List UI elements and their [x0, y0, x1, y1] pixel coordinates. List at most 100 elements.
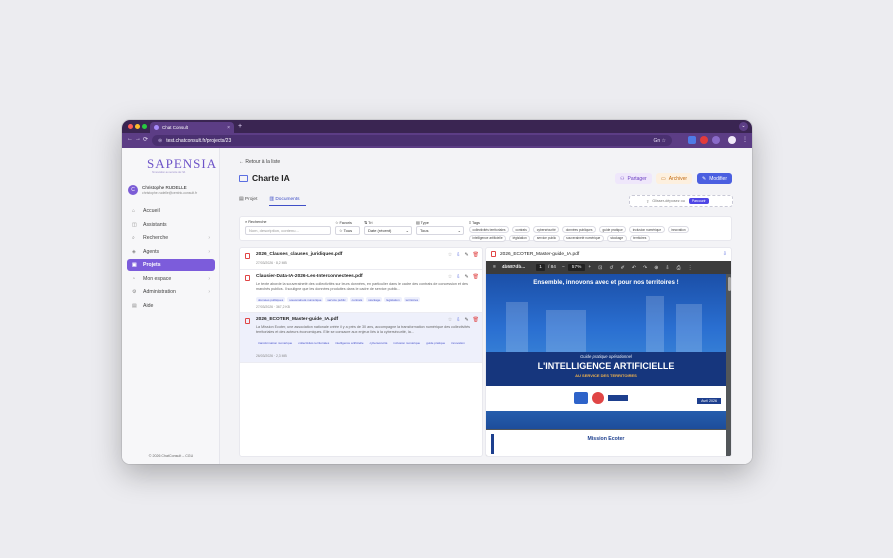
favoris-select[interactable]: ☆ Tous	[335, 226, 360, 235]
sidebar-item-agents[interactable]: ◈ Agents ›	[127, 246, 215, 258]
close-window-button[interactable]	[128, 124, 133, 129]
tag-badge: territoires	[403, 297, 421, 302]
edit-icon[interactable]: ✎	[464, 252, 468, 258]
extension-icon[interactable]	[712, 136, 720, 144]
annotate-icon[interactable]: ✐	[621, 265, 625, 271]
document-name[interactable]: 2026_Clauses_clauses_juridiques.pdf	[256, 252, 342, 257]
star-icon[interactable]: ☆	[448, 252, 452, 258]
agent-icon: ◈	[132, 248, 136, 255]
page-number-input[interactable]: 1	[536, 264, 545, 271]
star-icon[interactable]: ☆	[448, 317, 452, 323]
home-icon: ⌂	[132, 208, 136, 214]
archive-button[interactable]: ▭ Archiver	[656, 173, 693, 184]
tab-close-icon[interactable]: ×	[227, 125, 230, 131]
sidebar-item-aide[interactable]: ▤ Aide	[127, 300, 215, 312]
star-icon[interactable]: ☆	[448, 274, 452, 280]
pdf-page-area[interactable]: Ensemble, innovons avec et pour nos terr…	[486, 274, 731, 456]
reload-icon[interactable]: ⟳	[143, 136, 148, 143]
extension-icon[interactable]	[688, 136, 696, 144]
download-icon[interactable]: ⇩	[665, 265, 669, 271]
sidebar-item-mon-espace[interactable]: ◔ Mon espace ›	[127, 273, 215, 285]
document-tags: transformation numérique collectivités t…	[256, 340, 476, 345]
document-name[interactable]: Clausier-Data-IA-2026-Les-Interconnectee…	[256, 274, 363, 279]
url-field[interactable]: ⊜ test.chatconsult.fr/projects/23 Gn ☆	[152, 135, 672, 146]
list-item[interactable]: Clausier-Data-IA-2026-Les-Interconnectee…	[240, 270, 482, 313]
edit-icon[interactable]: ✎	[464, 274, 468, 280]
pdf-scrollbar[interactable]	[726, 274, 731, 456]
trash-icon[interactable]: 🗑	[473, 274, 479, 280]
document-meta: 26/03/2026 · 2,3 MB	[256, 354, 287, 358]
fit-page-icon[interactable]: ⊡	[598, 265, 602, 271]
rotate-icon[interactable]: ↺	[609, 265, 613, 271]
tag-chip[interactable]: cybersécurité	[533, 226, 560, 233]
site-info-icon[interactable]: ⊜	[158, 138, 162, 144]
tag-chip[interactable]: guide pratique	[599, 226, 627, 233]
edit-icon: ✎	[702, 175, 707, 182]
tag-chip[interactable]: territoires	[629, 234, 650, 242]
new-tab-button[interactable]: +	[238, 123, 242, 130]
archive-label: Archiver	[668, 175, 688, 182]
scrollbar-thumb[interactable]	[728, 277, 731, 291]
sidebar-toggle-icon[interactable]: ≡	[493, 265, 496, 270]
save-icon[interactable]: ⊕	[654, 265, 658, 271]
tag-chip[interactable]: collectivités territoriales	[469, 226, 509, 233]
sort-select[interactable]: Date (récent) ⌄	[364, 226, 412, 235]
edit-icon[interactable]: ✎	[464, 317, 468, 323]
tag-chip[interactable]: souveraineté numérique	[562, 234, 604, 242]
more-options-icon[interactable]: ⋮	[688, 265, 693, 271]
trash-icon[interactable]: 🗑	[473, 252, 479, 258]
list-item[interactable]: 2026_Clauses_clauses_juridiques.pdf 27/0…	[240, 248, 482, 270]
document-name[interactable]: 2026_ECOTER_Master-guide_IA.pdf	[256, 317, 338, 322]
tag-chip[interactable]: stockage	[606, 234, 627, 242]
tab-documents[interactable]: ▥ Documents	[269, 197, 306, 206]
share-button[interactable]: ⚇ Partager	[615, 173, 652, 184]
trash-icon[interactable]: 🗑	[473, 317, 479, 323]
zoom-in-icon[interactable]: +	[588, 265, 591, 270]
back-to-list-link[interactable]: ← Retour à la liste	[239, 159, 280, 165]
url-actions[interactable]: Gn ☆	[653, 138, 666, 144]
user-profile[interactable]: C Christophe RUDELLE christophe.rudelle@…	[128, 184, 218, 198]
download-icon[interactable]: ⇩	[456, 274, 460, 280]
tag-chip[interactable]: inclusion numérique	[629, 226, 665, 233]
sidebar-item-recherche[interactable]: ⌕ Recherche ›	[127, 232, 215, 244]
sidebar-item-administration[interactable]: ⚙ Administration ›	[127, 286, 215, 298]
print-icon[interactable]: ⎙	[677, 265, 681, 271]
download-icon[interactable]: ⇩	[456, 252, 460, 258]
zoom-level[interactable]: 57%	[567, 264, 586, 271]
cover-building-graphic	[676, 304, 702, 352]
tag-chip[interactable]: intelligence artificielle	[469, 234, 507, 242]
type-select[interactable]: Tous ⌄	[416, 226, 464, 235]
redo-icon[interactable]: ↷	[643, 265, 647, 271]
tag-chip[interactable]: législation	[509, 234, 531, 242]
list-item[interactable]: 2026_ECOTER_Master-guide_IA.pdf La Missi…	[240, 313, 482, 363]
minimize-window-button[interactable]	[135, 124, 140, 129]
tag-chip[interactable]: innovation	[667, 226, 690, 233]
browser-tab[interactable]: Chat Consult ×	[150, 122, 234, 133]
extension-icon[interactable]	[700, 136, 708, 144]
upload-dropzone[interactable]: ⇪ Glisser-déposez ou Parcourir	[629, 195, 733, 207]
pdf-file-icon	[245, 275, 250, 281]
tag-chip[interactable]: service public	[533, 234, 560, 242]
tab-projet[interactable]: ▤ Projet	[239, 197, 263, 206]
download-icon[interactable]: ⇩	[723, 251, 727, 257]
tag-chip[interactable]: contrats	[511, 226, 531, 233]
sidebar-item-projets[interactable]: ▣ Projets	[127, 259, 215, 271]
search-icon: ⌕	[132, 235, 135, 241]
search-input[interactable]: Nom, description, contenu...	[245, 226, 331, 235]
zoom-out-icon[interactable]: −	[562, 265, 565, 270]
download-icon[interactable]: ⇩	[456, 317, 460, 323]
sidebar-item-assistants[interactable]: ◫ Assistants	[127, 219, 215, 231]
sidebar-item-accueil[interactable]: ⌂ Accueil	[127, 205, 215, 217]
profile-avatar-icon[interactable]	[728, 136, 736, 144]
filter-panel: ⌕ Recherche Nom, description, contenu...…	[239, 216, 732, 242]
maximize-window-button[interactable]	[142, 124, 147, 129]
browser-menu-icon[interactable]: ⋮	[742, 136, 748, 143]
tag-badge: service public	[325, 297, 348, 302]
forward-nav-icon[interactable]: →	[135, 136, 141, 142]
tab-search-icon[interactable]: ⌄	[739, 122, 748, 131]
browse-button[interactable]: Parcourir	[688, 198, 709, 204]
undo-icon[interactable]: ↶	[632, 265, 636, 271]
tag-chip[interactable]: données publiques	[562, 226, 597, 233]
back-nav-icon[interactable]: ←	[127, 136, 133, 142]
edit-button[interactable]: ✎ Modifier	[697, 173, 732, 184]
